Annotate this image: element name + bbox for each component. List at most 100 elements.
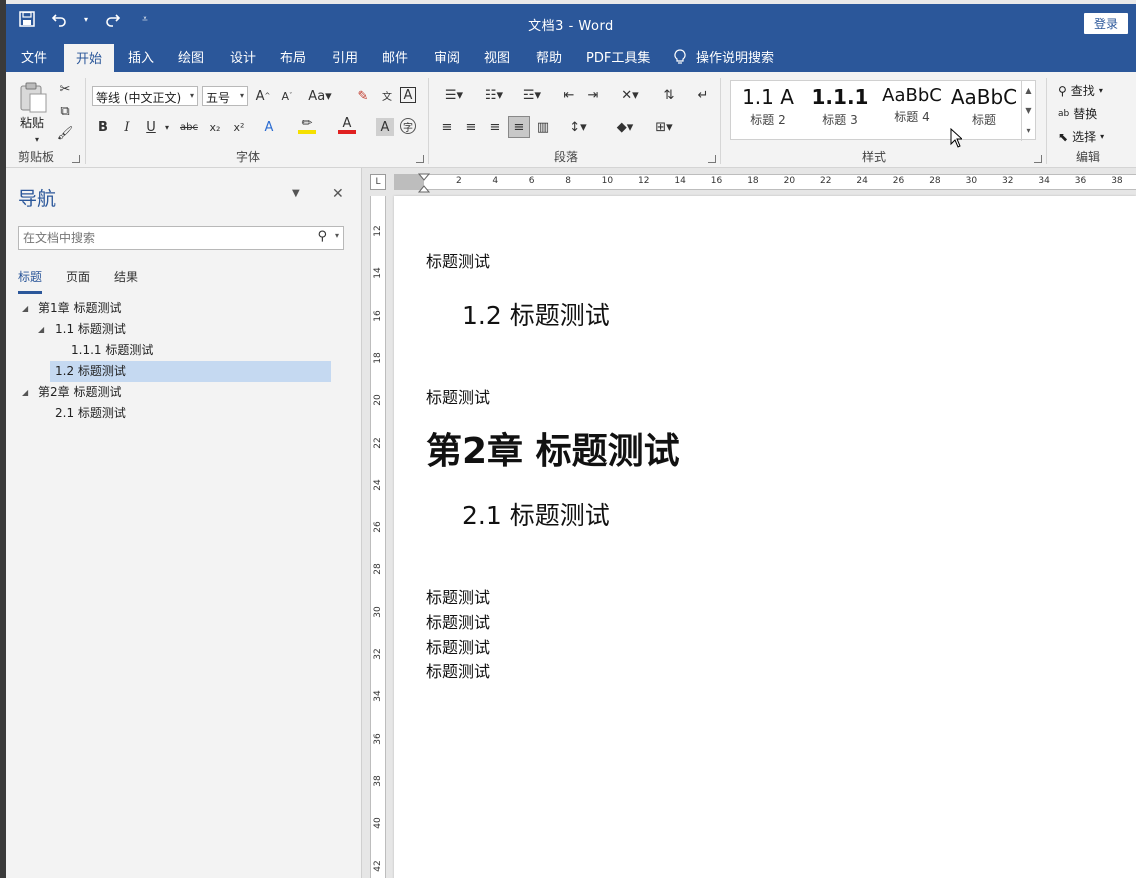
- nav-options-icon[interactable]: ▼: [292, 188, 300, 199]
- tab-mailings[interactable]: 邮件: [382, 47, 408, 66]
- style-heading-4[interactable]: AaBbC 标题 4: [877, 85, 947, 137]
- outline-item[interactable]: ◢ 第1章 标题测试: [6, 298, 362, 319]
- tab-layout[interactable]: 布局: [280, 47, 306, 66]
- horizontal-ruler[interactable]: 2 4 6 8 10 12 14 16 18 20 22 24 26 28 30 32 34 36 38: [394, 173, 1136, 193]
- underline-dropdown-icon[interactable]: ▾: [158, 118, 176, 136]
- distributed-icon[interactable]: ▥: [534, 118, 552, 136]
- nav-tab-headings[interactable]: 标题: [18, 268, 43, 294]
- outline-item-selected[interactable]: 1.2 标题测试: [6, 361, 362, 382]
- nav-search-box[interactable]: ⚲ ▾: [18, 226, 344, 250]
- outline-item[interactable]: ◢ 第2章 标题测试: [6, 382, 362, 403]
- login-button[interactable]: 登录: [1083, 13, 1128, 34]
- superscript-icon[interactable]: x²: [230, 118, 248, 136]
- text-effects-icon[interactable]: A: [260, 118, 278, 136]
- clipboard-launcher-icon[interactable]: [72, 155, 80, 163]
- outline-item[interactable]: 2.1 标题测试: [6, 403, 362, 424]
- search-input[interactable]: [19, 227, 299, 249]
- bold-icon[interactable]: B: [94, 118, 112, 136]
- tab-home[interactable]: 开始: [64, 44, 115, 72]
- font-size-select[interactable]: 五号 ▾: [202, 86, 248, 106]
- tab-references[interactable]: 引用: [332, 47, 358, 66]
- paste-label[interactable]: 粘贴: [20, 114, 44, 131]
- expand-triangle-icon[interactable]: ◢: [22, 298, 28, 319]
- change-case-icon[interactable]: Aa▾: [306, 87, 334, 105]
- heading-1[interactable]: 第2章 标题测试: [426, 422, 680, 474]
- bullets-icon[interactable]: ☰▾: [440, 86, 468, 104]
- subscript-icon[interactable]: x₂: [206, 118, 224, 136]
- tell-me-box[interactable]: 操作说明搜索: [674, 47, 774, 66]
- format-painter-icon[interactable]: 🖌: [56, 124, 74, 142]
- indent-marker-icon[interactable]: [418, 173, 430, 193]
- scroll-down-icon[interactable]: ▼: [1022, 101, 1035, 121]
- tab-help[interactable]: 帮助: [536, 47, 562, 66]
- phonetic-guide-icon[interactable]: 文: [378, 86, 396, 104]
- paste-dropdown-icon[interactable]: ▾: [28, 130, 46, 148]
- find-button[interactable]: ⚲ 查找 ▾: [1058, 82, 1103, 99]
- expand-triangle-icon[interactable]: ◢: [22, 382, 28, 403]
- vertical-ruler[interactable]: 12 14 16 18 20 22 24 26 28 30 32 34 36 38 40 42: [370, 196, 386, 878]
- document-page[interactable]: 标题测试 1.2 标题测试 标题测试 第2章 标题测试 2.1 标题测试 标题测试 标题测试…: [394, 196, 1136, 878]
- heading-2[interactable]: 2.1 标题测试: [462, 496, 610, 532]
- style-heading-2[interactable]: 1.1 A 标题 2: [733, 85, 803, 137]
- asian-layout-icon[interactable]: ✕▾: [616, 86, 644, 104]
- style-heading-3[interactable]: 1.1.1 标题 3: [805, 85, 875, 137]
- scroll-up-icon[interactable]: ▲: [1022, 81, 1035, 101]
- heading-2[interactable]: 1.2 标题测试: [462, 296, 610, 332]
- multilevel-list-icon[interactable]: ☲▾: [518, 86, 546, 104]
- body-paragraph[interactable]: 标题测试: [426, 634, 490, 658]
- justify-icon[interactable]: ≡: [508, 116, 530, 138]
- close-icon[interactable]: ✕: [332, 186, 344, 202]
- search-icon[interactable]: ⚲: [317, 229, 327, 244]
- italic-icon[interactable]: I: [118, 118, 136, 136]
- expand-triangle-icon[interactable]: ◢: [38, 319, 44, 340]
- strikethrough-icon[interactable]: abc: [178, 118, 200, 136]
- shading-icon[interactable]: ◆▾: [610, 118, 640, 136]
- paste-icon[interactable]: [18, 82, 48, 113]
- body-paragraph[interactable]: 标题测试: [426, 584, 490, 608]
- nav-tab-pages[interactable]: 页面: [66, 268, 90, 294]
- grow-font-icon[interactable]: A ^: [254, 87, 272, 105]
- highlight-icon[interactable]: ✏: [298, 116, 316, 134]
- body-paragraph[interactable]: 标题测试: [426, 248, 490, 272]
- cut-icon[interactable]: ✂: [56, 80, 74, 98]
- chevron-down-icon[interactable]: ▾: [335, 231, 339, 240]
- line-spacing-icon[interactable]: ↕▾: [564, 118, 592, 136]
- styles-launcher-icon[interactable]: [1034, 155, 1042, 163]
- character-shading-icon[interactable]: A: [376, 118, 394, 136]
- tab-review[interactable]: 审阅: [434, 47, 460, 66]
- nav-tab-results[interactable]: 结果: [114, 268, 138, 294]
- numbering-icon[interactable]: ☷▾: [480, 86, 508, 104]
- tab-file[interactable]: 文件: [21, 47, 47, 66]
- font-color-icon[interactable]: A: [338, 116, 356, 134]
- outline-item[interactable]: 1.1.1 标题测试: [6, 340, 362, 361]
- enclose-characters-icon[interactable]: 字: [400, 118, 416, 134]
- body-paragraph[interactable]: 标题测试: [426, 658, 490, 682]
- more-styles-icon[interactable]: ▾: [1022, 121, 1035, 141]
- character-border-icon[interactable]: A: [400, 87, 416, 103]
- tab-view[interactable]: 视图: [484, 47, 510, 66]
- copy-icon[interactable]: ⧉: [56, 102, 74, 120]
- font-name-select[interactable]: 等线 (中文正文) ▾: [92, 86, 198, 106]
- tab-design[interactable]: 设计: [230, 47, 256, 66]
- select-button[interactable]: ⬉ 选择 ▾: [1058, 128, 1104, 145]
- sort-icon[interactable]: ⇅: [660, 86, 678, 104]
- clear-formatting-icon[interactable]: ✎: [354, 87, 372, 105]
- align-left-icon[interactable]: ≡: [438, 118, 456, 136]
- replace-button[interactable]: ab 替换: [1058, 105, 1097, 122]
- tab-draw[interactable]: 绘图: [178, 47, 204, 66]
- align-center-icon[interactable]: ≡: [462, 118, 480, 136]
- increase-indent-icon[interactable]: ⇥: [584, 86, 602, 104]
- borders-icon[interactable]: ⊞▾: [650, 118, 678, 136]
- body-paragraph[interactable]: 标题测试: [426, 384, 490, 408]
- align-right-icon[interactable]: ≡: [486, 118, 504, 136]
- tab-pdf-tools[interactable]: PDF工具集: [586, 47, 650, 66]
- shrink-font-icon[interactable]: Aˇ: [278, 87, 296, 105]
- body-paragraph[interactable]: 标题测试: [426, 609, 490, 633]
- tab-selector-icon[interactable]: L: [370, 174, 386, 190]
- show-marks-icon[interactable]: ↵: [694, 86, 712, 104]
- tab-insert[interactable]: 插入: [128, 47, 154, 66]
- paragraph-launcher-icon[interactable]: [708, 155, 716, 163]
- outline-item[interactable]: ◢ 1.1 标题测试: [6, 319, 362, 340]
- decrease-indent-icon[interactable]: ⇤: [560, 86, 578, 104]
- font-launcher-icon[interactable]: [416, 155, 424, 163]
